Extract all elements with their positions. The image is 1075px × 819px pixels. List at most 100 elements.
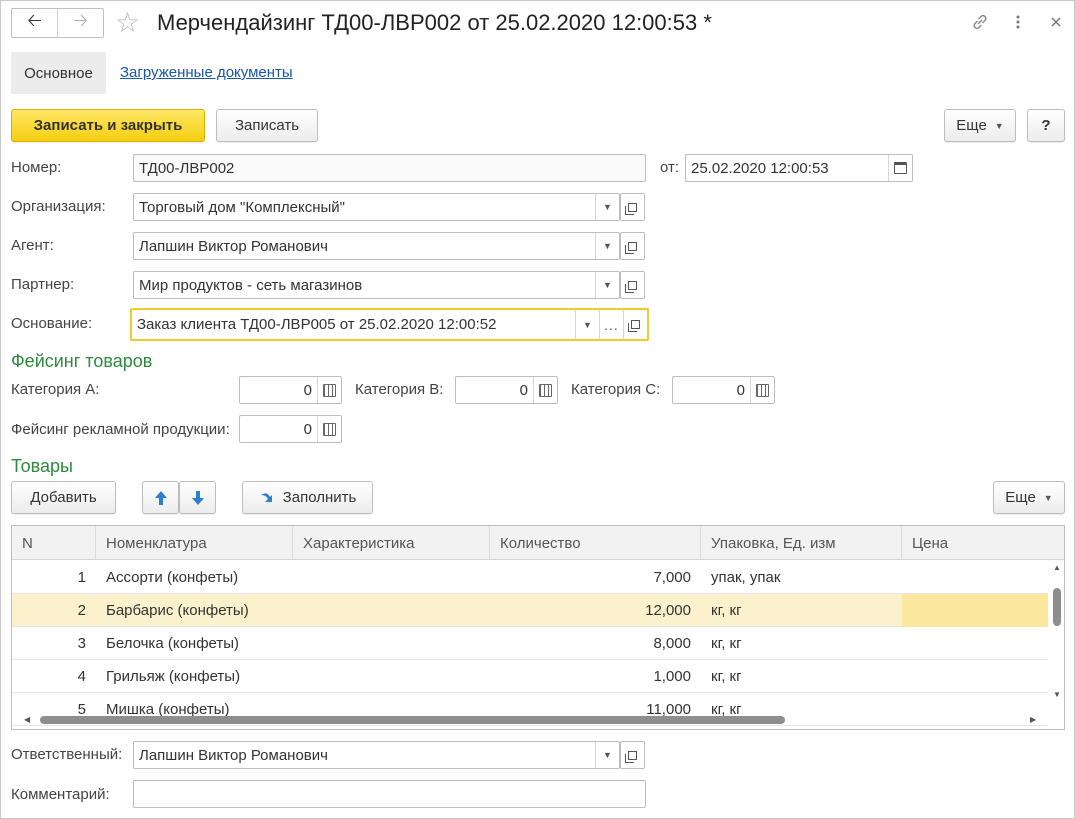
open-icon: [628, 320, 640, 332]
row-quantity: 7,000: [653, 569, 691, 586]
scroll-down-icon[interactable]: ▼: [1053, 690, 1061, 699]
column-header[interactable]: N: [12, 526, 96, 560]
open-basis-button[interactable]: [623, 310, 647, 339]
number-field[interactable]: ТД00-ЛВР002: [133, 154, 646, 182]
row-price: [902, 660, 1048, 693]
row-feature: [293, 561, 490, 594]
chevron-down-icon[interactable]: ▼: [575, 310, 599, 339]
row-price[interactable]: [902, 594, 1048, 627]
organization-label: Организация:: [11, 198, 106, 215]
basis-field[interactable]: Заказ клиента ТД00-ЛВР005 от 25.02.2020 …: [130, 308, 649, 341]
save-and-close-button[interactable]: Записать и закрыть: [11, 109, 205, 142]
category-b-label: Категория B:: [355, 381, 444, 398]
tab-loaded-documents[interactable]: Загруженные документы: [120, 64, 293, 81]
goods-more-label: Еще: [1005, 489, 1036, 506]
promo-facing-field[interactable]: 0: [239, 415, 342, 443]
move-down-button[interactable]: [179, 481, 216, 514]
comment-label: Комментарий:: [11, 786, 110, 803]
goods-more-button[interactable]: Еще ▼: [993, 481, 1065, 514]
row-unit: кг, кг: [711, 635, 742, 652]
category-a-field[interactable]: 0: [239, 376, 342, 404]
responsible-value: Лапшин Виктор Романович: [139, 746, 328, 764]
calendar-icon[interactable]: [888, 155, 912, 181]
date-label: от:: [660, 159, 680, 176]
row-price: [902, 627, 1048, 660]
category-c-field[interactable]: 0: [672, 376, 775, 404]
agent-field[interactable]: Лапшин Виктор Романович ▼: [133, 232, 620, 260]
table-row-selected[interactable]: 2 Барбарис (конфеты) 12,000 кг, кг: [12, 594, 1048, 627]
column-header[interactable]: Цена: [902, 526, 1048, 560]
column-header[interactable]: Количество: [490, 526, 701, 560]
row-quantity: 1,000: [653, 668, 691, 685]
table-row[interactable]: 1 Ассорти (конфеты) 7,000 упак, упак: [12, 561, 1048, 594]
scroll-right-icon[interactable]: ▶: [1030, 715, 1036, 724]
responsible-label: Ответственный:: [11, 746, 123, 763]
date-field[interactable]: 25.02.2020 12:00:53: [685, 154, 913, 182]
open-icon: [625, 280, 637, 293]
table-row[interactable]: 3 Белочка (конфеты) 8,000 кг, кг: [12, 627, 1048, 660]
add-button[interactable]: Добавить: [11, 481, 116, 514]
horizontal-scrollbar[interactable]: ◀ ▶: [12, 712, 1052, 728]
column-header[interactable]: Упаковка, Ед. изм: [701, 526, 902, 560]
horizontal-scroll-thumb[interactable]: [40, 716, 785, 724]
facing-section-title: Фейсинг товаров: [11, 351, 153, 371]
comment-field[interactable]: [133, 780, 646, 808]
row-name: Барбарис (конфеты): [106, 602, 249, 619]
chevron-down-icon[interactable]: ▼: [595, 233, 619, 259]
number-value: ТД00-ЛВР002: [139, 159, 235, 177]
close-icon[interactable]: [1044, 10, 1068, 34]
row-feature: [293, 594, 490, 627]
chevron-down-icon[interactable]: ▼: [595, 272, 619, 298]
chevron-down-icon[interactable]: ▼: [595, 194, 619, 220]
column-header[interactable]: Номенклатура: [96, 526, 293, 560]
calculator-icon[interactable]: [533, 377, 557, 403]
kebab-icon[interactable]: [1006, 10, 1030, 34]
row-feature: [293, 627, 490, 660]
scroll-left-icon[interactable]: ◀: [24, 715, 30, 724]
row-name: Белочка (конфеты): [106, 635, 240, 652]
column-header[interactable]: Характеристика: [293, 526, 490, 560]
save-button[interactable]: Записать: [216, 109, 318, 142]
star-icon[interactable]: ☆: [115, 8, 140, 38]
fill-label: Заполнить: [282, 489, 357, 506]
category-b-field[interactable]: 0: [455, 376, 558, 404]
goods-table[interactable]: N Номенклатура Характеристика Количество…: [11, 525, 1065, 730]
select-dots-button[interactable]: ...: [599, 310, 623, 339]
arrow-down-icon: [191, 490, 204, 505]
promo-facing-value: 0: [303, 420, 312, 438]
category-a-value: 0: [303, 381, 312, 399]
link-icon[interactable]: [968, 10, 992, 34]
responsible-field[interactable]: Лапшин Виктор Романович ▼: [133, 741, 620, 769]
partner-field[interactable]: Мир продуктов - сеть магазинов ▼: [133, 271, 620, 299]
back-button[interactable]: 🡠: [12, 9, 57, 37]
chevron-down-icon[interactable]: ▼: [595, 742, 619, 768]
help-button[interactable]: ?: [1027, 109, 1065, 142]
organization-field[interactable]: Торговый дом "Комплексный" ▼: [133, 193, 620, 221]
open-responsible-button[interactable]: [620, 741, 645, 769]
more-button[interactable]: Еще ▼: [944, 109, 1016, 142]
calculator-icon[interactable]: [317, 377, 341, 403]
promo-facing-label: Фейсинг рекламной продукции:: [11, 421, 230, 438]
row-name: Ассорти (конфеты): [106, 569, 239, 586]
calculator-icon[interactable]: [750, 377, 774, 403]
vertical-scrollbar[interactable]: ▲ ▼: [1050, 560, 1064, 712]
fill-button[interactable]: Заполнить: [242, 481, 373, 514]
organization-value: Торговый дом "Комплексный": [139, 198, 345, 216]
calculator-icon[interactable]: [317, 416, 341, 442]
scroll-up-icon[interactable]: ▲: [1053, 563, 1061, 572]
page-title: Мерчендайзинг ТД00-ЛВР002 от 25.02.2020 …: [157, 10, 712, 35]
arrow-right-icon: 🡢: [73, 10, 88, 30]
partner-value: Мир продуктов - сеть магазинов: [139, 276, 363, 294]
tab-main[interactable]: Основное: [11, 52, 106, 94]
open-agent-button[interactable]: [620, 232, 645, 260]
forward-button[interactable]: 🡢: [58, 9, 103, 37]
open-partner-button[interactable]: [620, 271, 645, 299]
table-header: N Номенклатура Характеристика Количество…: [12, 526, 1064, 560]
row-name: Грильяж (конфеты): [106, 668, 241, 685]
move-up-button[interactable]: [142, 481, 179, 514]
date-value: 25.02.2020 12:00:53: [691, 159, 829, 177]
table-row[interactable]: 4 Грильяж (конфеты) 1,000 кг, кг: [12, 660, 1048, 693]
open-organization-button[interactable]: [620, 193, 645, 221]
vertical-scroll-thumb[interactable]: [1053, 588, 1061, 626]
category-c-label: Категория C:: [571, 381, 661, 398]
